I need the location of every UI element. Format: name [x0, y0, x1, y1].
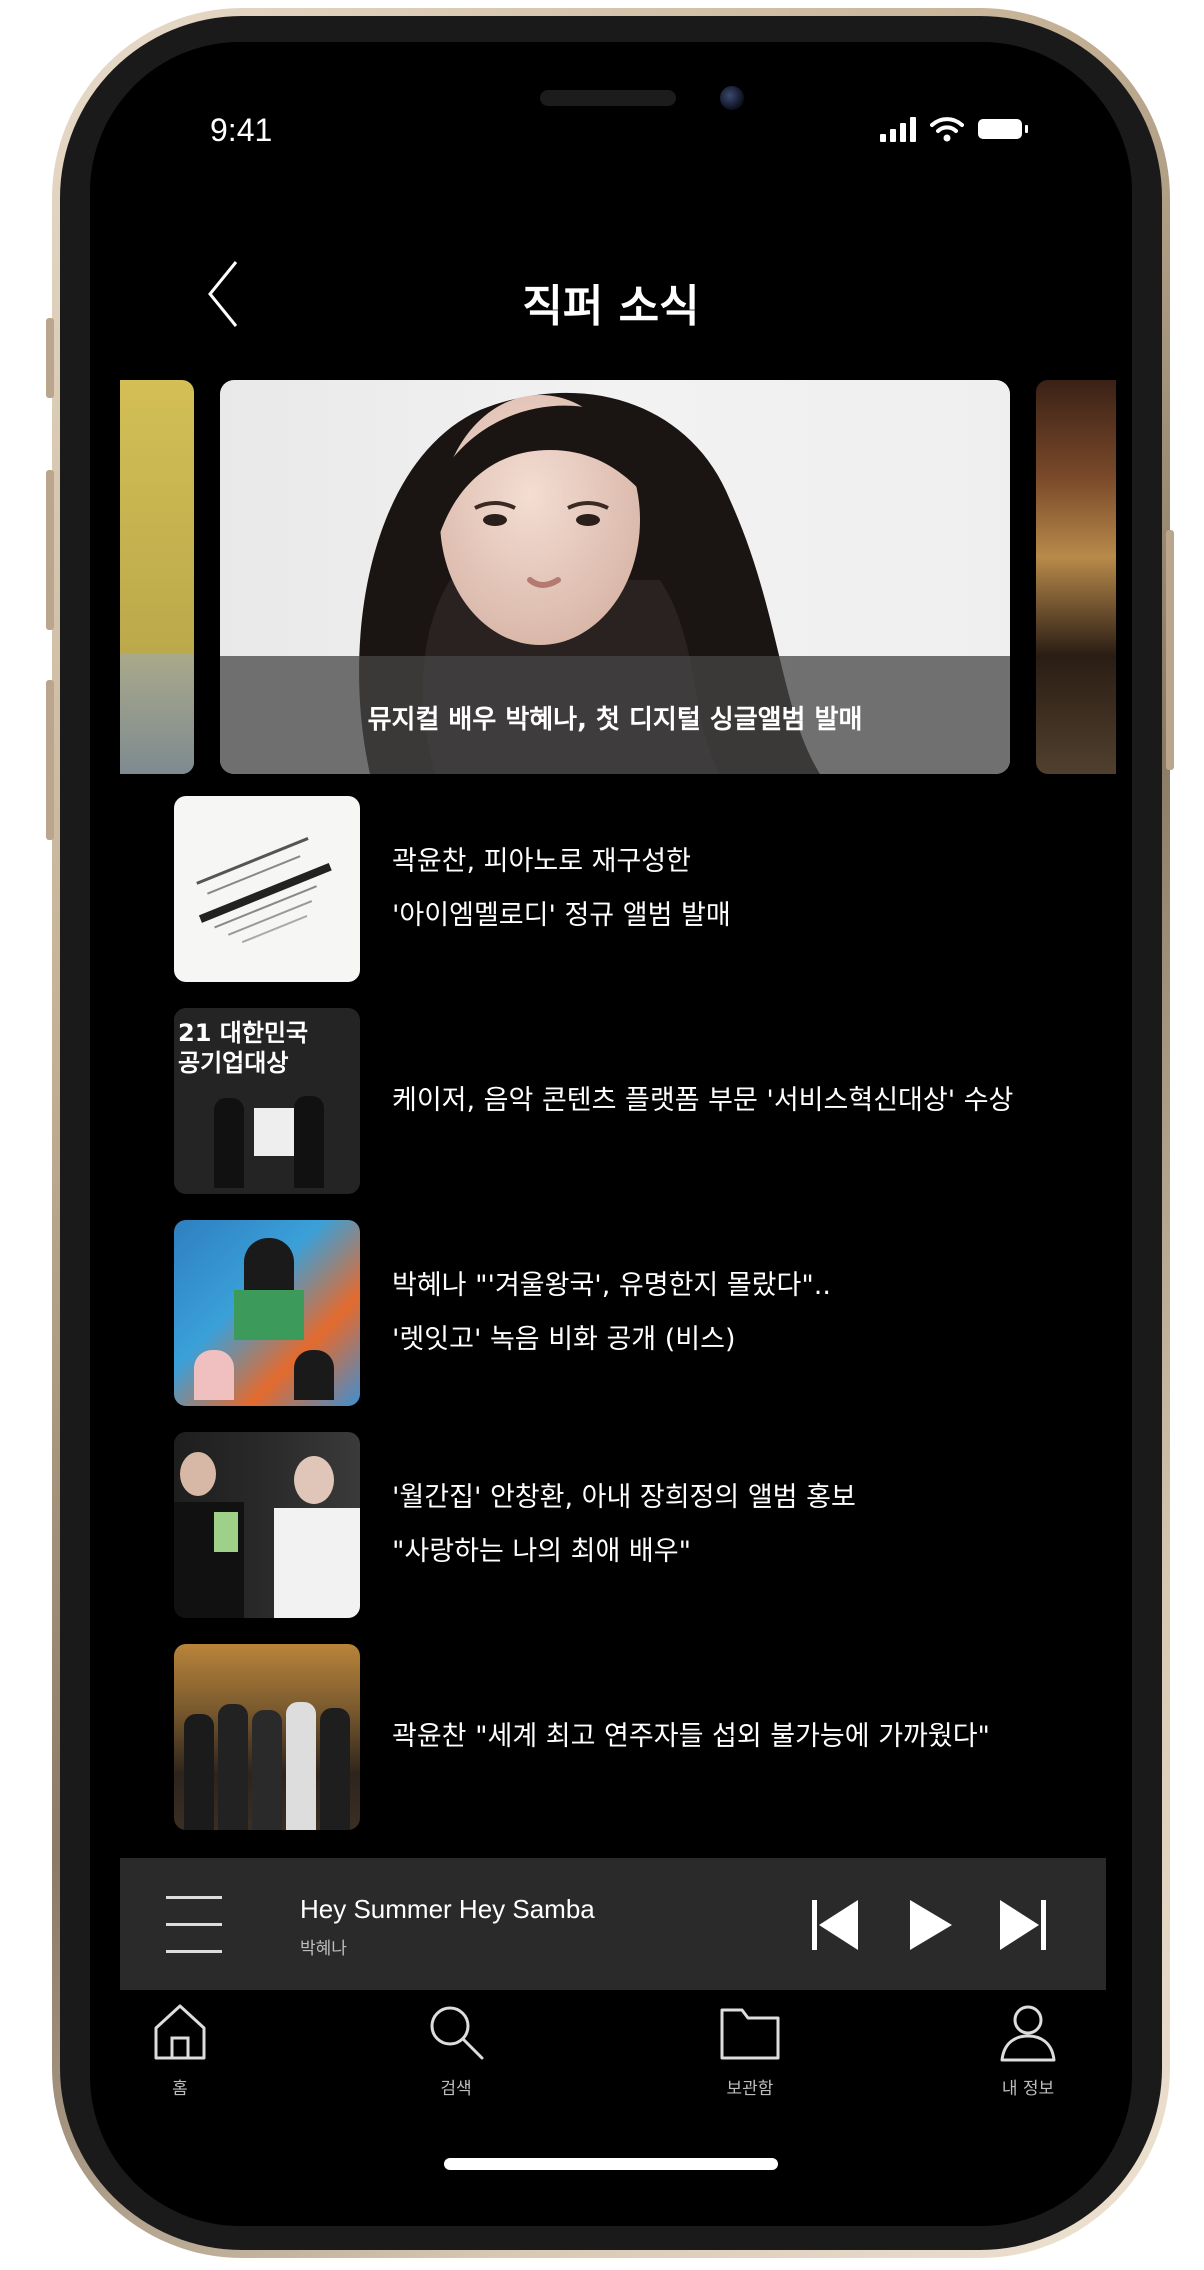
next-track-icon[interactable] [998, 1898, 1048, 1952]
status-icons [880, 116, 1028, 142]
news-text: 케이저, 음악 콘텐츠 플랫폼 부문 '서비스혁신대상' 수상 [392, 1074, 1013, 1128]
news-thumbnail [174, 1644, 360, 1830]
playlist-menu-icon[interactable] [166, 1896, 222, 1956]
previous-track-icon[interactable] [810, 1898, 860, 1952]
wifi-icon [930, 117, 964, 142]
front-camera [720, 86, 744, 110]
mute-switch [46, 318, 54, 398]
play-icon[interactable] [906, 1898, 956, 1952]
thumbnail-photo [214, 1098, 244, 1188]
list-item[interactable]: '월간집' 안창환, 아내 장희정의 앨범 홍보 "사랑하는 나의 최애 배우" [174, 1432, 1124, 1618]
volume-down-button [46, 680, 54, 840]
home-icon [154, 2004, 206, 2060]
home-indicator[interactable] [444, 2158, 778, 2170]
mini-player[interactable]: Hey Summer Hey Samba 박혜나 [120, 1858, 1106, 1990]
thumbnail-photo [254, 1108, 294, 1156]
user-icon [1000, 2005, 1056, 2062]
thumbnail-photo [180, 1452, 216, 1496]
thumbnail-caption-line: 21 대한민국 [178, 1019, 309, 1047]
thumbnail-caption-line: 공기업대상 [178, 1049, 289, 1077]
earpiece-speaker [540, 90, 676, 106]
album-cover-image [196, 837, 332, 944]
list-item[interactable]: 박혜나 "'겨울왕국', 유명한지 몰랐다".. '렛잇고' 녹음 비화 공개 … [174, 1220, 1124, 1406]
carousel-card-previous[interactable] [120, 380, 194, 774]
list-item[interactable]: 곽윤찬, 피아노로 재구성한 '아이엠멜로디' 정규 앨범 발매 [174, 796, 1124, 982]
thumbnail-photo [218, 1704, 248, 1830]
list-item[interactable]: 곽윤찬 "세계 최고 연주자들 섭외 불가능에 가까웠다" [174, 1644, 1124, 1830]
hero-caption: 뮤지컬 배우 박혜나, 첫 디지털 싱글앨범 발매 [367, 705, 863, 735]
news-text: 곽윤찬, 피아노로 재구성한 '아이엠멜로디' 정규 앨범 발매 [392, 835, 731, 943]
thumbnail-photo [274, 1508, 360, 1618]
tab-search[interactable]: 검색 [376, 2000, 536, 2110]
news-headline-line: 박혜나 "'겨울왕국', 유명한지 몰랐다".. [392, 1270, 831, 1301]
tab-label: 검색 [440, 2079, 472, 2099]
news-thumbnail [174, 796, 360, 982]
tab-home[interactable]: 홈 [100, 2000, 260, 2110]
carousel-card-next[interactable] [1036, 380, 1116, 774]
news-headline-line: '월간집' 안창환, 아내 장희정의 앨범 홍보 [392, 1482, 856, 1513]
tab-label: 보관함 [726, 2079, 774, 2099]
carousel-card-featured[interactable]: 뮤지컬 배우 박혜나, 첫 디지털 싱글앨범 발매 [220, 380, 1010, 774]
news-text: 곽윤찬 "세계 최고 연주자들 섭외 불가능에 가까웠다" [392, 1710, 990, 1764]
thumbnail-photo [286, 1702, 316, 1830]
news-thumbnail [174, 1432, 360, 1618]
phone-screen: 9:41 직퍼 소식 뮤지컬 배우 박혜나, 첫 디지털 싱글앨범 발매 곽윤찬… [90, 42, 1132, 2226]
news-headline-line: '아이엠멜로디' 정규 앨범 발매 [392, 900, 731, 931]
thumbnail-photo [194, 1350, 234, 1400]
folder-icon [720, 2008, 780, 2060]
thumbnail-caption: 21 대한민국 공기업대상 [178, 1018, 308, 1078]
news-headline-line: '렛잇고' 녹음 비화 공개 (비스) [392, 1324, 736, 1355]
news-headline-line: 케이저, 음악 콘텐츠 플랫폼 부문 '서비스혁신대상' 수상 [392, 1085, 1014, 1116]
thumbnail-photo [214, 1512, 238, 1552]
thumbnail-photo [294, 1350, 334, 1400]
song-title: Hey Summer Hey Samba [300, 1894, 595, 1924]
signal-icon [880, 116, 916, 142]
tab-library[interactable]: 보관함 [670, 2000, 830, 2110]
thumbnail-photo [252, 1710, 282, 1830]
thumbnail-photo [294, 1456, 334, 1504]
card-photo [120, 654, 194, 774]
tab-label: 홈 [172, 2079, 188, 2099]
battery-icon [978, 119, 1028, 139]
thumbnail-photo [320, 1708, 350, 1830]
thumbnail-photo [184, 1714, 214, 1830]
tab-label: 내 정보 [1001, 2079, 1055, 2099]
news-thumbnail [174, 1220, 360, 1406]
thumbnail-photo [234, 1290, 304, 1340]
thumbnail-photo [294, 1096, 324, 1188]
list-item[interactable]: 21 대한민국 공기업대상 케이저, 음악 콘텐츠 플랫폼 부문 '서비스혁신대… [174, 1008, 1124, 1194]
search-icon [430, 2006, 484, 2060]
news-headline-line: 곽윤찬 "세계 최고 연주자들 섭외 불가능에 가까웠다" [392, 1721, 990, 1752]
news-headline-line: 곽윤찬, 피아노로 재구성한 [392, 846, 691, 877]
tab-my-info[interactable]: 내 정보 [948, 2000, 1108, 2110]
power-button [1166, 530, 1174, 770]
news-text: 박혜나 "'겨울왕국', 유명한지 몰랐다".. '렛잇고' 녹음 비화 공개 … [392, 1259, 831, 1367]
volume-up-button [46, 470, 54, 630]
status-time: 9:41 [210, 112, 273, 148]
news-headline-line: "사랑하는 나의 최애 배우" [392, 1536, 691, 1567]
news-thumbnail: 21 대한민국 공기업대상 [174, 1008, 360, 1194]
song-artist: 박혜나 [300, 1939, 347, 1959]
news-text: '월간집' 안창환, 아내 장희정의 앨범 홍보 "사랑하는 나의 최애 배우" [392, 1471, 856, 1579]
page-title: 직퍼 소식 [522, 281, 700, 332]
